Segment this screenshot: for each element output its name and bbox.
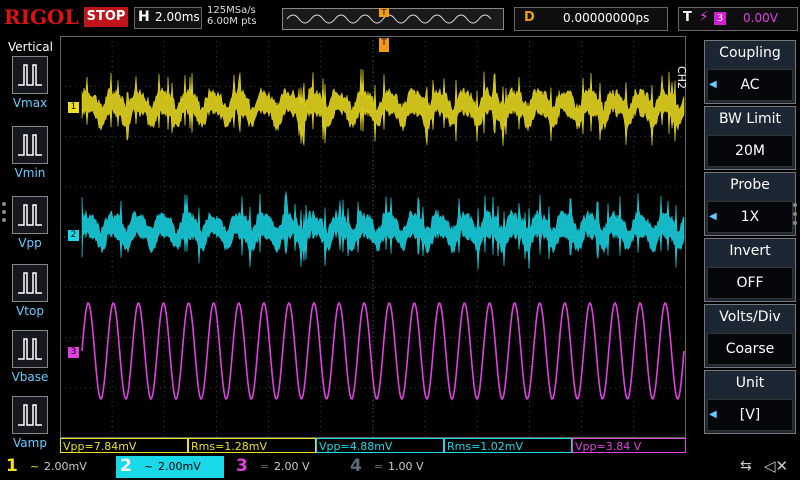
delay-label: D (524, 10, 535, 25)
menu-item-value: 20M (707, 135, 793, 167)
channel-scale: 2.00mV (158, 460, 201, 473)
channel-number: 4 (350, 456, 362, 476)
vpp-icon (18, 204, 42, 226)
acquisition-info: 125MSa/s 6.00M pts (207, 5, 257, 27)
measure-label: Vmax (12, 96, 48, 110)
trigger-position-marker: T (379, 8, 389, 17)
menu-unit-button[interactable]: Unit [V] ◀ (704, 370, 796, 434)
channel-4-tab[interactable]: 4 = 1.00 V (346, 456, 454, 478)
run-stop-button[interactable]: STOP (84, 7, 128, 27)
scroll-dot-icon (2, 218, 6, 222)
sample-rate: 125MSa/s (207, 5, 256, 16)
channel-number: 2 (120, 456, 132, 476)
ch2-offset-marker[interactable]: 2 (68, 230, 79, 241)
menu-item-title: Coupling (719, 45, 781, 61)
speaker-mute-icon[interactable]: ◁✕ (764, 457, 788, 475)
timebase-value: 2.00ms (155, 10, 200, 24)
scroll-dot-icon (2, 210, 6, 214)
vbase-icon (18, 338, 42, 360)
vamp-icon (18, 404, 42, 426)
channel-3-tab[interactable]: 3 = 2.00 V (232, 456, 340, 478)
measure-label: Vpp (18, 236, 42, 250)
timebase-display[interactable]: H 2.00ms (134, 7, 202, 29)
channel-number: 3 (236, 456, 248, 476)
measure-label: Vmin (14, 166, 46, 180)
waveform-overview-icon (286, 14, 492, 24)
brand-logo: RIGOL (4, 5, 79, 29)
measurement-readout: Vpp=4.88mV (316, 438, 444, 453)
measure-vbase-button[interactable] (12, 330, 48, 368)
left-arrow-icon: ◀ (709, 409, 717, 420)
memory-depth: 6.00M pts (207, 16, 257, 27)
menu-item-title: BW Limit (718, 111, 782, 127)
channel-scale: 2.00mV (44, 460, 87, 473)
scroll-dot-icon (2, 202, 6, 206)
coupling-icon: ~ (144, 460, 154, 473)
scroll-dot-icon (793, 212, 797, 216)
waveform-display[interactable] (60, 36, 686, 438)
menu-bw-limit-button[interactable]: BW Limit 20M (704, 106, 796, 170)
measure-label: Vtop (16, 304, 44, 318)
vmin-icon (18, 134, 42, 156)
menu-item-value: [V] (707, 399, 793, 431)
menu-volts-div-button[interactable]: Volts/Div Coarse (704, 304, 796, 368)
ch1-offset-marker[interactable]: 1 (68, 102, 79, 113)
left-arrow-icon: ◀ (709, 211, 717, 222)
measure-vmin-button[interactable] (12, 126, 48, 164)
left-arrow-icon: ◀ (709, 79, 717, 90)
delay-display[interactable]: D 0.00000000ps (514, 7, 668, 31)
rising-edge-icon: ⚡ (699, 9, 709, 25)
usb-icon: ⇆ (740, 458, 752, 474)
trigger-level: 0.00V (743, 11, 778, 25)
menu-item-value: 1X (707, 201, 793, 233)
scroll-dot-icon (793, 203, 797, 207)
menu-item-title: Invert (729, 243, 771, 259)
trigger-display[interactable]: T ⚡ 3 0.00V (678, 7, 798, 31)
timebase-label: H (138, 9, 150, 25)
channel-number: 1 (6, 456, 18, 476)
channel-scale: 2.00 V (274, 460, 310, 473)
coupling-icon: = (374, 460, 384, 473)
menu-item-title: Unit (735, 375, 765, 391)
delay-value: 0.00000000ps (563, 11, 650, 25)
measure-label: Vbase (11, 370, 49, 384)
channel-2-tab[interactable]: 2 ~2.00mV (116, 456, 224, 478)
vtop-icon (18, 272, 42, 294)
trigger-source: 3 (714, 12, 726, 25)
vmax-icon (18, 64, 42, 86)
menu-item-title: Volts/Div (719, 309, 781, 325)
measure-vmax-button[interactable] (12, 56, 48, 94)
trigger-label: T (683, 10, 692, 25)
trigger-time-marker[interactable]: T (379, 38, 389, 52)
measure-vamp-button[interactable] (12, 396, 48, 434)
memory-position-bar[interactable]: T (282, 8, 504, 30)
ch3-offset-marker[interactable]: 3 (68, 347, 79, 358)
menu-coupling-button[interactable]: Coupling AC ◀ (704, 40, 796, 104)
measure-label: Vamp (13, 436, 47, 450)
menu-channel-label: CH2 (675, 66, 688, 89)
measurement-readout: Rms=1.28mV (188, 438, 316, 453)
menu-item-value: OFF (707, 267, 793, 299)
menu-invert-button[interactable]: Invert OFF (704, 238, 796, 302)
coupling-icon: ~ (30, 460, 40, 473)
channel-scale: 1.00 V (388, 460, 424, 473)
measure-vtop-button[interactable] (12, 264, 48, 302)
sidebar-title: Vertical (8, 40, 53, 54)
menu-probe-button[interactable]: Probe 1X ◀ (704, 172, 796, 236)
coupling-icon: = (260, 460, 270, 473)
menu-item-value: Coarse (707, 333, 793, 365)
measurement-readout: Rms=1.02mV (444, 438, 572, 453)
measurement-readout: Vpp=7.84mV (60, 438, 188, 453)
measurement-readout: Vpp=3.84 V (572, 438, 686, 453)
scroll-dot-icon (793, 221, 797, 225)
menu-item-value: AC (707, 69, 793, 101)
measure-vpp-button[interactable] (12, 196, 48, 234)
channel-1-tab[interactable]: 1 ~2.00mV (2, 456, 110, 478)
menu-item-title: Probe (730, 177, 770, 193)
